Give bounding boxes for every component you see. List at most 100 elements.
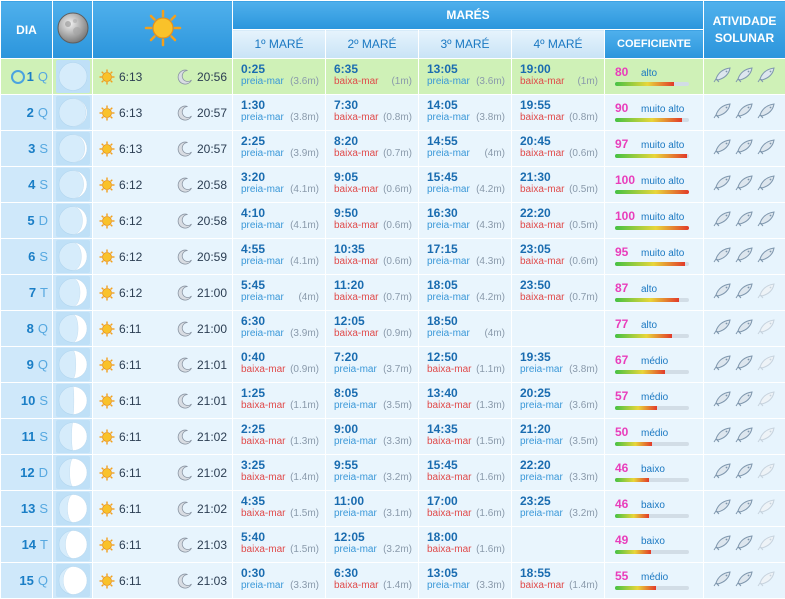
day-number: 5	[27, 213, 34, 228]
tide-height: (3.8m)	[569, 364, 598, 376]
coefficient-label: alto	[641, 284, 657, 295]
sunrise-time: 6:11	[119, 502, 141, 516]
coefficient-value: 97	[615, 137, 641, 151]
tide-time: 13:05	[427, 567, 511, 580]
tide-time: 23:05	[520, 243, 604, 256]
tide-cell: 13:40baixa-mar(1.3m)	[419, 383, 512, 419]
moonset-icon	[177, 501, 193, 517]
weekday-letter: Q	[38, 105, 48, 120]
fish-icon	[713, 424, 733, 444]
tide-height: (4.1m)	[290, 184, 319, 196]
tide-time: 9:55	[334, 459, 418, 472]
tide-time: 16:30	[427, 207, 511, 220]
tide-time: 8:20	[334, 135, 418, 148]
tide-height: (1.5m)	[290, 508, 319, 520]
tide-type: baixa-mar	[427, 544, 471, 556]
day-row[interactable]: 8Q6:1121:006:30preia-mar(3.9m)12:05baixa…	[1, 311, 785, 347]
tide-time: 22:20	[520, 459, 604, 472]
tide-type: baixa-mar	[427, 364, 471, 376]
coefficient-cell: 97muito alto	[605, 131, 704, 167]
day-row[interactable]: 12D6:1121:023:25baixa-mar(1.4m)9:55preia…	[1, 455, 785, 491]
moon-phase-cell	[53, 239, 93, 275]
tide-height: (1.1m)	[290, 400, 319, 412]
tide-cell: 23:25preia-mar(3.2m)	[512, 491, 605, 527]
sunset-time: 20:57	[197, 106, 227, 120]
weekday-letter: Q	[38, 69, 48, 84]
solunar-activity-cell	[704, 311, 785, 347]
day-row[interactable]: 15Q6:1121:030:30preia-mar(3.3m)6:30baixa…	[1, 563, 785, 599]
tide-time: 4:35	[241, 495, 325, 508]
tide-cell: 15:45baixa-mar(1.6m)	[419, 455, 512, 491]
tide-cell: 12:50baixa-mar(1.1m)	[419, 347, 512, 383]
coefficient-cell: 55médio	[605, 563, 704, 599]
day-row[interactable]: 2Q6:1320:571:30preia-mar(3.8m)7:30baixa-…	[1, 95, 785, 131]
tide-type: preia-mar	[241, 148, 284, 160]
solunar-activity-cell	[704, 275, 785, 311]
day-row[interactable]: 14T6:1121:035:40baixa-mar(1.5m)12:05prei…	[1, 527, 785, 563]
tide-height: (1.6m)	[476, 544, 505, 556]
tide-time: 20:45	[520, 135, 604, 148]
fish-icon	[735, 100, 755, 120]
tide-cell: 9:00preia-mar(3.3m)	[326, 419, 419, 455]
header-moon	[53, 1, 93, 59]
tide-cell: 4:10preia-mar(4.1m)	[233, 203, 326, 239]
sunrise-icon	[99, 69, 115, 85]
sun-times-cell: 6:1121:03	[93, 563, 233, 599]
day-row[interactable]: 9Q6:1121:010:40baixa-mar(0.9m)7:20preia-…	[1, 347, 785, 383]
tide-time: 21:30	[520, 171, 604, 184]
tide-cell: 0:25preia-mar(3.6m)	[233, 59, 326, 95]
sunrise-icon	[99, 177, 115, 193]
sunrise-icon	[99, 501, 115, 517]
day-row[interactable]: 6S6:1220:594:55preia-mar(4.1m)10:35baixa…	[1, 239, 785, 275]
tide-height: (3.5m)	[569, 436, 598, 448]
fish-icon	[713, 568, 733, 588]
tide-cell: 16:30preia-mar(4.3m)	[419, 203, 512, 239]
coefficient-value: 95	[615, 245, 641, 259]
tide-type: preia-mar	[241, 580, 284, 592]
tide-time: 9:50	[334, 207, 418, 220]
tide-time: 0:40	[241, 351, 325, 364]
coefficient-label: muito alto	[641, 176, 684, 187]
day-row[interactable]: 11S6:1121:022:25baixa-mar(1.3m)9:00preia…	[1, 419, 785, 455]
day-cell: 13S	[1, 491, 53, 527]
tide-time: 4:10	[241, 207, 325, 220]
tide-type: preia-mar	[427, 184, 470, 196]
header-mares: MARÉS	[233, 1, 704, 30]
day-row[interactable]: 1Q6:1320:560:25preia-mar(3.6m)6:35baixa-…	[1, 59, 785, 95]
tide-time: 19:55	[520, 99, 604, 112]
tide-time: 7:20	[334, 351, 418, 364]
day-row[interactable]: 4S6:1220:583:20preia-mar(4.1m)9:05baixa-…	[1, 167, 785, 203]
tide-height: (1.4m)	[383, 580, 412, 592]
tide-type: baixa-mar	[241, 472, 285, 484]
tide-cell: 21:20preia-mar(3.5m)	[512, 419, 605, 455]
tide-type: baixa-mar	[520, 112, 564, 124]
tide-cell: 14:55preia-mar(4m)	[419, 131, 512, 167]
day-row[interactable]: 10S6:1121:011:25baixa-mar(1.1m)8:05preia…	[1, 383, 785, 419]
sunrise-icon	[99, 393, 115, 409]
tide-height: (3.2m)	[383, 544, 412, 556]
tide-type: preia-mar	[520, 436, 563, 448]
coefficient-label: alto	[641, 320, 657, 331]
tide-time: 9:00	[334, 423, 418, 436]
tide-time: 7:30	[334, 99, 418, 112]
moon-phase-icon	[56, 96, 90, 129]
tide-time: 14:55	[427, 135, 511, 148]
sunrise-time: 6:12	[119, 214, 142, 228]
day-row[interactable]: 5D6:1220:584:10preia-mar(4.1m)9:50baixa-…	[1, 203, 785, 239]
tide-cell: 9:55preia-mar(3.2m)	[326, 455, 419, 491]
sun-times-cell: 6:1121:02	[93, 491, 233, 527]
day-row[interactable]: 3S6:1320:572:25preia-mar(3.9m)8:20baixa-…	[1, 131, 785, 167]
header-mare-2: 2º MARÉ	[326, 30, 419, 59]
day-cell: 11S	[1, 419, 53, 455]
tide-type: preia-mar	[241, 112, 284, 124]
solunar-activity-cell	[704, 455, 785, 491]
day-number: 11	[22, 429, 36, 444]
tide-cell: 10:35baixa-mar(0.6m)	[326, 239, 419, 275]
tide-cell: 18:05preia-mar(4.2m)	[419, 275, 512, 311]
day-row[interactable]: 7T6:1221:005:45preia-mar(4m)11:20baixa-m…	[1, 275, 785, 311]
day-row[interactable]: 13S6:1121:024:35baixa-mar(1.5m)11:00prei…	[1, 491, 785, 527]
tide-cell: 15:45preia-mar(4.2m)	[419, 167, 512, 203]
solunar-activity-cell	[704, 59, 785, 95]
coefficient-label: médio	[641, 572, 668, 583]
tide-cell: 0:30preia-mar(3.3m)	[233, 563, 326, 599]
